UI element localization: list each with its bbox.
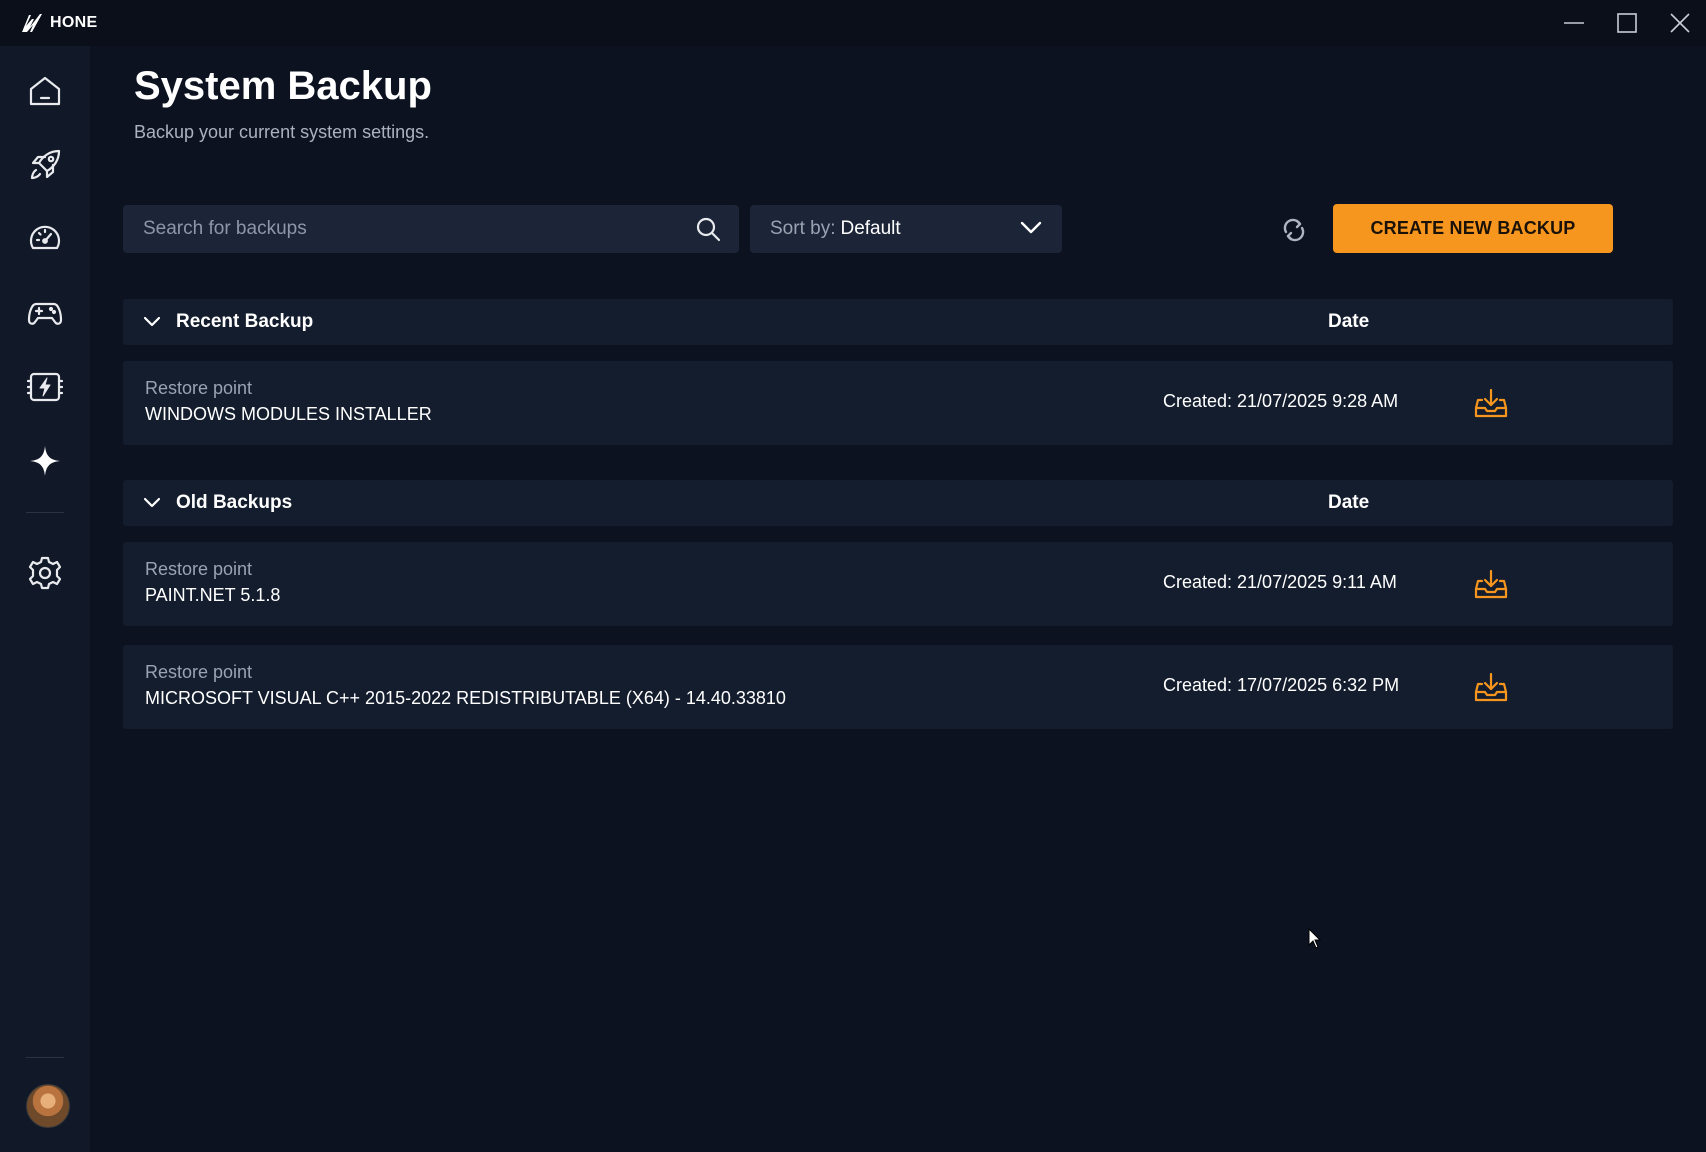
home-icon xyxy=(29,76,61,106)
maximize-button[interactable] xyxy=(1600,0,1653,46)
sort-value: Default xyxy=(840,218,901,239)
window-controls xyxy=(1547,0,1706,46)
minimize-icon xyxy=(1563,22,1584,24)
close-icon xyxy=(1669,13,1690,33)
sidebar-item-ai[interactable] xyxy=(20,436,70,486)
search-box xyxy=(123,205,739,253)
sidebar-divider xyxy=(26,512,64,513)
chevron-down-icon xyxy=(1020,221,1042,234)
rocket-icon xyxy=(30,149,61,180)
restore-button[interactable] xyxy=(1471,384,1511,422)
main-content: System Backup Backup your current system… xyxy=(90,46,1706,1152)
sidebar-item-power[interactable] xyxy=(20,362,70,412)
hone-logo-icon xyxy=(22,13,42,32)
page-title: System Backup xyxy=(134,64,432,108)
minimize-button[interactable] xyxy=(1547,0,1600,46)
row-date: Created: 21/07/2025 9:28 AM xyxy=(1163,391,1399,411)
close-button[interactable] xyxy=(1653,0,1706,46)
section-header-recent[interactable]: Recent Backup Date xyxy=(123,299,1673,345)
sidebar-divider-bottom xyxy=(26,1057,64,1058)
sidebar-item-games[interactable] xyxy=(20,288,70,338)
speedometer-icon xyxy=(29,225,61,250)
row-name: WINDOWS MODULES INSTALLER xyxy=(145,404,432,424)
row-name: MICROSOFT VISUAL C++ 2015-2022 REDISTRIB… xyxy=(145,688,786,708)
section-title: Recent Backup xyxy=(176,311,314,332)
search-input[interactable] xyxy=(143,209,683,249)
restore-button[interactable] xyxy=(1471,565,1511,603)
create-new-backup-button[interactable]: CREATE NEW BACKUP xyxy=(1333,204,1613,253)
sort-label: Sort by: xyxy=(770,218,836,239)
restore-button[interactable] xyxy=(1471,668,1511,706)
sidebar-item-performance[interactable] xyxy=(20,214,70,264)
chevron-down-icon[interactable] xyxy=(143,313,161,331)
row-name: PAINT.NET 5.1.8 xyxy=(145,585,281,605)
backup-row: Restore point MICROSOFT VISUAL C++ 2015-… xyxy=(123,645,1673,729)
page-subtitle: Backup your current system settings. xyxy=(134,122,430,142)
section-header-old[interactable]: Old Backups Date xyxy=(123,480,1673,526)
refresh-button[interactable] xyxy=(1278,214,1310,246)
sort-dropdown[interactable]: Sort by: Default xyxy=(750,205,1062,253)
row-date: Created: 21/07/2025 9:11 AM xyxy=(1163,572,1397,592)
row-kind: Restore point xyxy=(145,378,253,398)
lightning-chip-icon xyxy=(27,372,63,402)
sidebar-item-boost[interactable] xyxy=(20,140,70,190)
user-avatar[interactable] xyxy=(26,1084,70,1128)
row-kind: Restore point xyxy=(145,559,253,579)
search-icon[interactable] xyxy=(695,216,721,242)
backup-row: Restore point PAINT.NET 5.1.8 Created: 2… xyxy=(123,542,1673,626)
gamepad-icon xyxy=(27,302,63,325)
app-logo: HONE xyxy=(20,12,97,34)
app-name: HONE xyxy=(50,13,98,31)
sidebar xyxy=(0,46,90,1152)
date-column-header: Date xyxy=(1328,492,1370,513)
sparkle-icon xyxy=(30,446,60,476)
section-title: Old Backups xyxy=(176,492,293,513)
gear-icon xyxy=(28,556,62,590)
download-tray-icon xyxy=(1474,569,1508,599)
row-date: Created: 17/07/2025 6:32 PM xyxy=(1163,675,1400,695)
row-kind: Restore point xyxy=(145,662,253,682)
sidebar-item-home[interactable] xyxy=(20,66,70,116)
backup-row: Restore point WINDOWS MODULES INSTALLER … xyxy=(123,361,1673,445)
date-column-header: Date xyxy=(1328,311,1370,332)
mouse-cursor-icon xyxy=(1308,928,1322,949)
chevron-down-icon[interactable] xyxy=(143,494,161,512)
title-bar: HONE xyxy=(0,0,1706,46)
download-tray-icon xyxy=(1474,388,1508,418)
refresh-icon xyxy=(1283,218,1305,242)
maximize-icon xyxy=(1616,13,1637,33)
sidebar-item-settings[interactable] xyxy=(20,548,70,598)
download-tray-icon xyxy=(1474,672,1508,702)
